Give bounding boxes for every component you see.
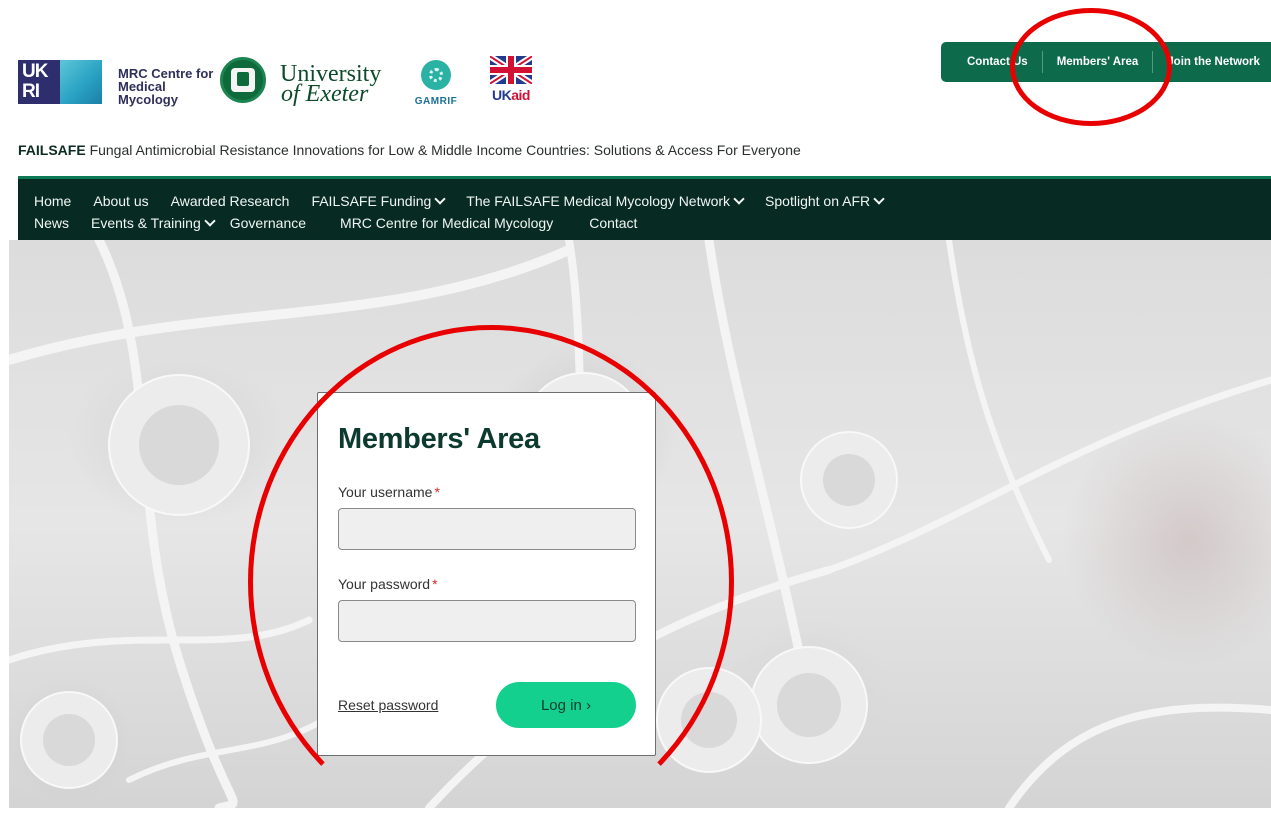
- chevron-down-icon: [873, 192, 885, 205]
- nav-news-label: News: [34, 215, 70, 231]
- utility-nav: Contact Us Members' Area Join the Networ…: [941, 42, 1271, 82]
- exeter-crest-icon[interactable]: [220, 57, 266, 103]
- ukaid-uk: UK: [492, 87, 512, 103]
- nav-awarded-research[interactable]: Awarded Research: [171, 193, 290, 209]
- reset-password-link[interactable]: Reset password: [338, 697, 438, 713]
- ukaid-logo[interactable]: UKaid: [486, 56, 536, 112]
- nav-home[interactable]: Home: [34, 193, 71, 209]
- username-label: Your username *: [338, 484, 635, 500]
- site-tagline: FAILSAFE Fungal Antimicrobial Resistance…: [18, 142, 801, 158]
- members-login-form: Members' Area Your username * Your passwo…: [317, 392, 656, 756]
- nav-failsafe-funding[interactable]: FAILSAFE Funding: [311, 192, 446, 209]
- login-button[interactable]: Log in ›: [496, 682, 636, 728]
- nav-about-us[interactable]: About us: [93, 193, 148, 209]
- nav-contact[interactable]: Contact: [589, 215, 637, 231]
- main-nav-row-1: Home About us Awarded Research FAILSAFE …: [34, 191, 1271, 211]
- nav-failsafe-funding-label: FAILSAFE Funding: [311, 193, 432, 209]
- nav-mrc-centre[interactable]: MRC Centre for Medical Mycology: [340, 215, 553, 231]
- nav-news[interactable]: News: [34, 215, 69, 231]
- ukri-logo-text-top: UK: [22, 61, 48, 82]
- main-nav: Home About us Awarded Research FAILSAFE …: [18, 176, 1271, 240]
- nav-events-training[interactable]: Events & Training: [91, 214, 216, 231]
- union-flag-icon: [490, 56, 532, 84]
- nav-contact-label: Contact: [589, 215, 638, 231]
- nav-awarded-research-label: Awarded Research: [170, 193, 290, 209]
- ukri-logo-text-bottom: RI: [22, 81, 40, 102]
- nav-spotlight-afr[interactable]: Spotlight on AFR: [765, 192, 885, 209]
- ukaid-logo-text: UKaid: [486, 87, 536, 103]
- tagline-brand: FAILSAFE: [18, 142, 86, 158]
- join-network-link[interactable]: Join the Network: [1167, 56, 1260, 68]
- nav-governance[interactable]: Governance: [230, 215, 306, 231]
- chevron-down-icon: [434, 192, 446, 205]
- mrc-centre-logo-text[interactable]: MRC Centre for Medical Mycology: [118, 67, 218, 106]
- nav-governance-label: Governance: [229, 215, 307, 231]
- chevron-down-icon: [733, 192, 745, 205]
- login-title: Members' Area: [338, 423, 540, 455]
- utility-divider: [1041, 51, 1043, 73]
- nav-spotlight-afr-label: Spotlight on AFR: [765, 193, 871, 209]
- username-label-text: Your username: [338, 484, 433, 500]
- nav-events-training-label: Events & Training: [91, 215, 201, 231]
- nav-mycology-network-label: The FAILSAFE Medical Mycology Network: [466, 193, 731, 209]
- gamrif-logo-text: GAMRIF: [414, 96, 458, 107]
- exeter-logo-text[interactable]: University of Exeter: [280, 62, 381, 107]
- gamrif-logo[interactable]: GAMRIF: [411, 60, 461, 110]
- members-area-link[interactable]: Members' Area: [1057, 56, 1139, 68]
- required-marker: *: [434, 484, 440, 500]
- nav-home-label: Home: [34, 193, 72, 209]
- login-actions: Reset password Log in ›: [338, 681, 636, 729]
- nav-mycology-network[interactable]: The FAILSAFE Medical Mycology Network: [466, 192, 745, 209]
- utility-divider: [1152, 51, 1154, 73]
- password-label: Your password *: [338, 576, 635, 592]
- nav-about-us-label: About us: [93, 193, 149, 209]
- username-input[interactable]: [338, 508, 636, 550]
- password-label-text: Your password: [338, 576, 431, 592]
- chevron-down-icon: [204, 214, 216, 227]
- password-input[interactable]: [338, 600, 636, 642]
- exeter-line-2: of Exeter: [281, 81, 369, 107]
- contact-us-link[interactable]: Contact Us: [967, 56, 1028, 68]
- nav-mrc-centre-label: MRC Centre for Medical Mycology: [340, 215, 554, 231]
- tagline-text: Fungal Antimicrobial Resistance Innovati…: [89, 142, 801, 158]
- main-nav-row-2: News Events & Training Governance MRC Ce…: [34, 213, 1271, 233]
- gamrif-emblem-icon: [421, 60, 451, 90]
- required-marker: *: [432, 576, 438, 592]
- ukaid-aid: aid: [511, 87, 530, 103]
- ukri-logo[interactable]: UK RI: [18, 60, 102, 104]
